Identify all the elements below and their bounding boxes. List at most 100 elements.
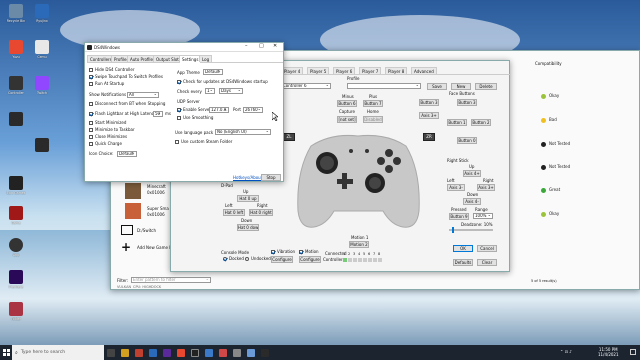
status-dock[interactable]: DOCK bbox=[151, 285, 161, 290]
taskbar-app-icon[interactable] bbox=[247, 348, 255, 357]
home-button-map[interactable]: Disabled bbox=[363, 116, 383, 123]
desktop-icon[interactable]: Cemu bbox=[28, 40, 56, 59]
status-cpu[interactable]: CPU: HIGH bbox=[133, 285, 151, 290]
tab-log[interactable]: Log bbox=[199, 55, 213, 62]
deadzone-thumb[interactable] bbox=[452, 227, 454, 233]
port-field[interactable]: 26760 bbox=[243, 107, 263, 113]
tab-player-8[interactable]: Player 8 bbox=[385, 67, 408, 74]
controller-select[interactable]: Controller 6 bbox=[281, 83, 331, 89]
maximize-icon[interactable]: □ bbox=[259, 44, 264, 49]
taskbar-app-icon[interactable] bbox=[219, 348, 227, 357]
rs-up-button[interactable]: Axis 4+ bbox=[463, 170, 481, 177]
taskbar-app-icon[interactable] bbox=[135, 348, 143, 357]
minimize-taskbar-checkbox[interactable] bbox=[89, 128, 93, 132]
file-explorer-icon[interactable] bbox=[121, 348, 129, 357]
start-minimized-checkbox[interactable] bbox=[89, 121, 93, 125]
docked-radio[interactable] bbox=[223, 257, 227, 261]
taskbar-app-icon[interactable] bbox=[205, 348, 213, 357]
vibration-checkbox[interactable] bbox=[271, 250, 275, 254]
dpad-left-button[interactable]: Hat 0 left bbox=[223, 209, 245, 216]
desktop-icon[interactable]: Controller bbox=[2, 76, 30, 95]
hotkeys-about-link[interactable]: Hotkeys/About bbox=[233, 175, 262, 180]
profile-select[interactable] bbox=[347, 83, 421, 89]
taskbar-app-icon[interactable] bbox=[163, 348, 171, 357]
desktop-icon[interactable]: Game bbox=[2, 206, 30, 225]
taskbar-app-icon[interactable] bbox=[233, 348, 241, 357]
game-thumbnail[interactable] bbox=[125, 183, 141, 199]
delete-button[interactable]: Delete bbox=[475, 83, 497, 90]
close-minimizes-checkbox[interactable] bbox=[89, 135, 93, 139]
disconnect-bt-checkbox[interactable] bbox=[89, 102, 93, 106]
hide-ds4-checkbox[interactable] bbox=[89, 68, 93, 72]
taskbar-search-box[interactable]: ⌕ Type here to search bbox=[12, 345, 104, 360]
minimize-icon[interactable]: – bbox=[245, 44, 248, 49]
steam-folder-checkbox[interactable] bbox=[175, 140, 179, 144]
notifications-select[interactable]: All bbox=[127, 92, 159, 98]
face-button-left[interactable]: Button 1 bbox=[447, 119, 467, 126]
run-startup-checkbox[interactable] bbox=[89, 82, 93, 86]
rs-left-button[interactable]: Axis 3- bbox=[447, 184, 465, 191]
status-vulkan[interactable]: VULKAN bbox=[117, 285, 131, 290]
rs-down-button[interactable]: Axis 4- bbox=[463, 198, 481, 205]
taskbar-app-icon[interactable] bbox=[177, 348, 185, 357]
quick-charge-checkbox[interactable] bbox=[89, 142, 93, 146]
filter-input[interactable]: Enter pattern to filter bbox=[131, 277, 211, 283]
save-button[interactable]: Save bbox=[427, 83, 447, 90]
tab-player-6[interactable]: Player 6 bbox=[333, 67, 356, 74]
clear-button[interactable]: Clear bbox=[477, 259, 497, 266]
taskbar-app-icon[interactable] bbox=[191, 348, 199, 357]
tab-advanced[interactable]: Advanced bbox=[411, 67, 437, 74]
game-thumbnail[interactable] bbox=[125, 203, 141, 219]
undocked-radio[interactable] bbox=[245, 257, 249, 261]
slot-indicator[interactable] bbox=[368, 258, 372, 262]
cancel-button[interactable]: Cancel bbox=[477, 245, 497, 252]
motion-checkbox[interactable] bbox=[299, 250, 303, 254]
server-ip-field[interactable]: 127.0.0.1 bbox=[209, 107, 229, 113]
icon-choice-select[interactable]: Default bbox=[117, 151, 137, 157]
dpad-right-button[interactable]: Hat 0 right bbox=[249, 209, 273, 216]
vibration-configure-button[interactable]: Configure bbox=[271, 256, 293, 263]
tray-icons[interactable]: ⌃ ⊡ ♪ bbox=[560, 349, 572, 354]
swipe-touchpad-checkbox[interactable] bbox=[89, 75, 93, 79]
ok-button[interactable]: OK bbox=[453, 245, 473, 252]
minus-button-map[interactable]: Button 6 bbox=[337, 100, 357, 107]
dpad-up-button[interactable]: Hat 0 up bbox=[237, 195, 259, 202]
slot-indicator[interactable] bbox=[358, 258, 362, 262]
plus-button-map[interactable]: Button 7 bbox=[363, 100, 383, 107]
desktop-icon[interactable]: Yuzu bbox=[2, 40, 30, 59]
slot-indicator[interactable] bbox=[353, 258, 357, 262]
face-button-zr[interactable]: Axis 3+ bbox=[419, 112, 439, 119]
flash-lightbar-checkbox[interactable] bbox=[89, 112, 93, 116]
use-smoothing-checkbox[interactable] bbox=[177, 116, 181, 120]
notification-icon[interactable] bbox=[630, 349, 636, 355]
new-button[interactable]: New bbox=[451, 83, 471, 90]
tab-player-7[interactable]: Player 7 bbox=[359, 67, 382, 74]
taskbar-app-icon[interactable] bbox=[149, 348, 157, 357]
range-spinner[interactable]: 100% bbox=[473, 213, 493, 219]
motion-configure-button[interactable]: Configure bbox=[299, 256, 321, 263]
dir-label[interactable]: D:/Switch bbox=[137, 228, 156, 233]
tab-player-5[interactable]: Player 5 bbox=[307, 67, 330, 74]
app-theme-select[interactable]: Default bbox=[203, 69, 223, 75]
desktop-icon[interactable]: Ryujinx bbox=[28, 4, 56, 23]
desktop-icon[interactable]: Premiere bbox=[2, 270, 30, 289]
face-button-bottom[interactable]: Button 0 bbox=[457, 137, 477, 144]
close-icon[interactable]: ✕ bbox=[273, 44, 277, 49]
taskbar-app-icon[interactable] bbox=[261, 348, 269, 357]
face-button-x[interactable]: Button 3 bbox=[419, 99, 439, 106]
clock[interactable]: 11:50 PM 11/4/2021 bbox=[598, 347, 619, 357]
deadzone-slider[interactable] bbox=[449, 227, 493, 233]
face-button-right[interactable]: Button 2 bbox=[471, 119, 491, 126]
desktop-icon[interactable]: Epic Games bbox=[2, 176, 30, 195]
enable-server-checkbox[interactable] bbox=[177, 108, 181, 112]
defaults-button[interactable]: Defaults bbox=[453, 259, 473, 266]
check-every-spinner[interactable]: 1 bbox=[205, 88, 215, 94]
rs-pressed-button[interactable]: Button 9 bbox=[449, 213, 469, 220]
motion-button[interactable]: Motion 2 bbox=[349, 241, 369, 248]
rs-right-button[interactable]: Axis 3+ bbox=[477, 184, 495, 191]
tab-player-4[interactable]: Player 4 bbox=[281, 67, 304, 74]
check-every-unit-select[interactable]: Days bbox=[219, 88, 243, 94]
desktop-icon[interactable]: Folder bbox=[2, 302, 30, 321]
slot-indicator[interactable] bbox=[343, 258, 347, 262]
slot-indicator[interactable] bbox=[378, 258, 382, 262]
